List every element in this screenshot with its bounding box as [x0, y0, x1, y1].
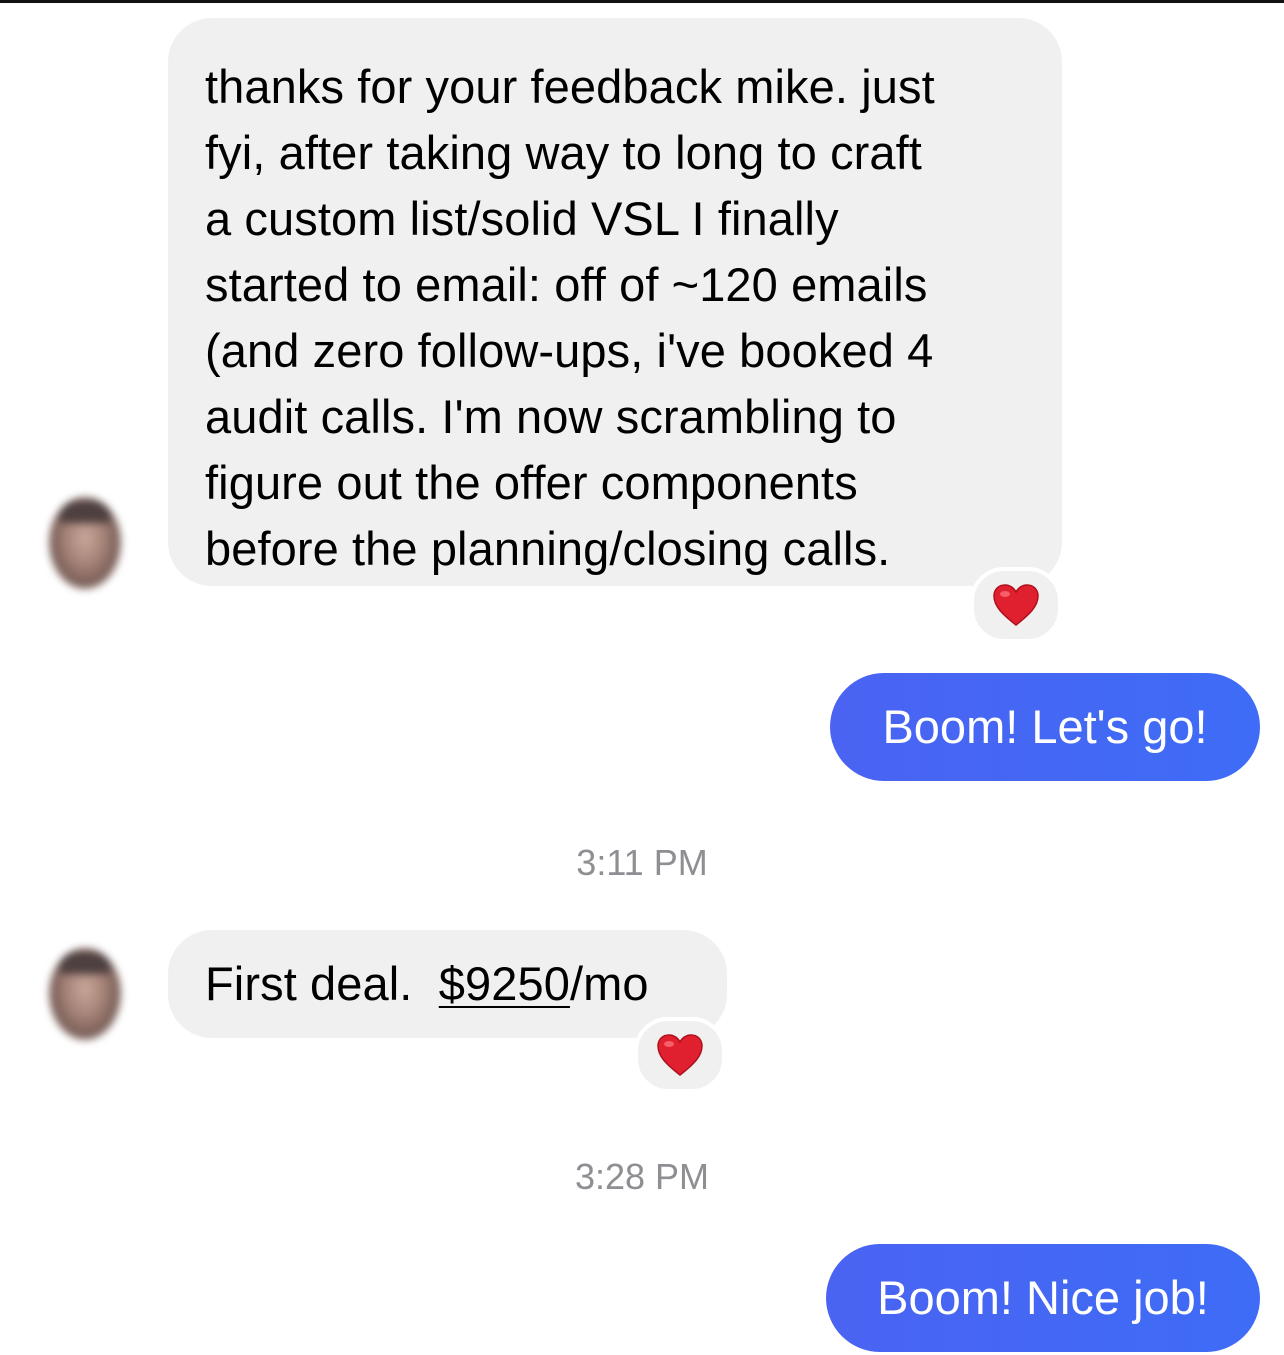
message-text: Boom! Nice job!	[877, 1271, 1209, 1324]
incoming-message-bubble[interactable]: First deal. $9250/mo	[168, 930, 727, 1038]
message-line: before the planning/closing calls.	[205, 522, 891, 575]
avatar-hair	[59, 501, 111, 523]
message-text: /mo	[569, 957, 649, 1010]
timestamp: 3:28 PM	[574, 1156, 710, 1197]
message-text: Boom! Let's go!	[882, 700, 1208, 753]
heart-reaction[interactable]	[634, 1017, 726, 1093]
top-border	[0, 0, 1284, 3]
contact-avatar[interactable]	[49, 948, 121, 1040]
message-line: audit calls. I'm now scrambling to	[205, 390, 897, 443]
message-line: First deal. $9250/mo	[205, 951, 727, 1017]
message-line: started to email: off of ~120 emails	[205, 258, 928, 311]
message-line: (and zero follow-ups, i've booked 4	[205, 324, 934, 377]
contact-avatar[interactable]	[49, 497, 121, 589]
incoming-message-bubble[interactable]: thanks for your feedback mike. just fyi,…	[168, 18, 1062, 586]
timestamp: 3:11 PM	[576, 842, 708, 883]
message-line: fyi, after taking way to long to craft	[205, 126, 922, 179]
heart-icon	[656, 1033, 704, 1077]
message-line: figure out the offer components	[205, 456, 858, 509]
price-link[interactable]: $9250	[439, 957, 570, 1010]
outgoing-message-bubble[interactable]: Boom! Let's go!	[830, 673, 1260, 781]
message-line: thanks for your feedback mike. just	[205, 60, 935, 113]
heart-icon	[992, 583, 1040, 627]
outgoing-message-bubble[interactable]: Boom! Nice job!	[826, 1244, 1260, 1352]
heart-reaction[interactable]	[970, 567, 1062, 643]
message-text: First deal.	[205, 957, 439, 1010]
message-line: a custom list/solid VSL I finally	[205, 192, 839, 245]
avatar-hair	[59, 952, 111, 974]
